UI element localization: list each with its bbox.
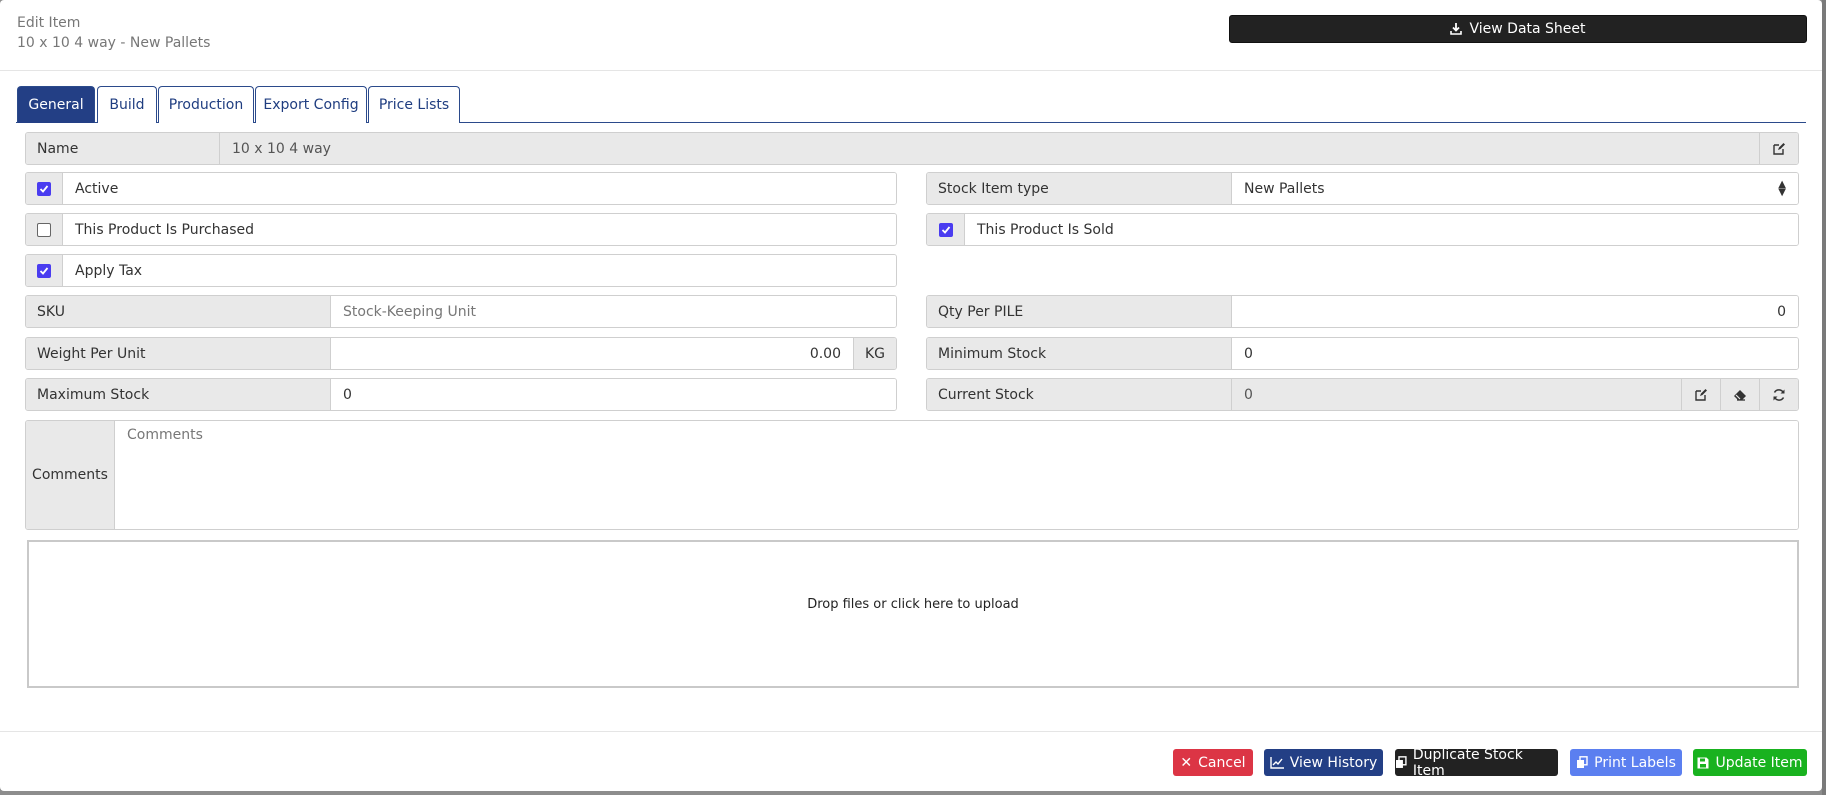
sold-group: This Product Is Sold (926, 213, 1799, 246)
apply-tax-group: Apply Tax (25, 254, 897, 287)
modal-title: Edit Item (17, 15, 81, 31)
maximum-stock-group: Maximum Stock 0 (25, 378, 897, 411)
current-stock-field: 0 (1232, 379, 1681, 410)
backdrop-edge (1822, 0, 1826, 795)
refresh-icon (1773, 388, 1785, 401)
close-icon: ✕ (1180, 754, 1193, 771)
file-upload-dropzone[interactable]: Drop files or click here to upload (27, 540, 1799, 688)
active-group: Active (25, 172, 897, 205)
edit-name-button[interactable] (1759, 133, 1798, 164)
sku-label: SKU (26, 296, 331, 327)
modal-subtitle: 10 x 10 4 way - New Pallets (17, 35, 211, 51)
dropzone-text: Drop files or click here to upload (807, 596, 1019, 612)
refresh-stock-button[interactable] (1759, 379, 1798, 410)
tab-price-lists[interactable]: Price Lists (368, 86, 460, 123)
edit-item-modal: Edit Item 10 x 10 4 way - New Pallets Vi… (0, 0, 1822, 791)
copy-icon (1577, 756, 1588, 768)
minimum-stock-input[interactable]: 0 (1232, 338, 1798, 369)
purchased-label: This Product Is Purchased (63, 214, 896, 245)
active-checkbox-wrap (26, 173, 63, 204)
sold-checkbox-wrap (927, 214, 965, 245)
check-icon (39, 266, 49, 275)
purchased-checkbox[interactable] (37, 222, 51, 237)
cancel-label: Cancel (1198, 754, 1246, 771)
update-item-button[interactable]: Update Item (1693, 749, 1807, 776)
print-labels-button[interactable]: Print Labels (1570, 749, 1682, 776)
name-label: Name (26, 133, 220, 164)
tab-export-config[interactable]: Export Config (255, 86, 367, 123)
download-icon (1450, 23, 1463, 35)
apply-tax-checkbox[interactable] (37, 263, 51, 278)
eraser-icon (1734, 389, 1746, 401)
check-icon (941, 225, 950, 234)
copy-icon (1395, 756, 1407, 768)
tab-bar: General Build Production Export Config P… (16, 86, 1806, 123)
purchased-checkbox-wrap (26, 214, 63, 245)
comments-textarea[interactable]: Comments (115, 421, 1798, 529)
qty-per-pile-input[interactable]: 0 (1232, 296, 1798, 327)
edit-icon (1773, 142, 1785, 155)
view-history-label: View History (1289, 754, 1378, 771)
weight-label: Weight Per Unit (26, 338, 331, 369)
current-stock-group: Current Stock 0 (926, 378, 1799, 411)
weight-input[interactable]: 0.00 (331, 338, 853, 369)
tab-build[interactable]: Build (97, 86, 157, 123)
sold-checkbox[interactable] (938, 222, 953, 237)
stock-item-type-value: New Pallets (1244, 180, 1325, 197)
qty-per-pile-label: Qty Per PILE (927, 296, 1232, 327)
comments-placeholder: Comments (127, 427, 203, 443)
maximum-stock-input[interactable]: 0 (331, 379, 896, 410)
view-data-sheet-label: View Data Sheet (1469, 21, 1586, 37)
edit-icon (1695, 388, 1707, 401)
active-label: Active (63, 173, 896, 204)
stock-item-type-select[interactable]: New Pallets ▲ ▼ (1232, 173, 1798, 204)
stock-item-type-label: Stock Item type (927, 173, 1232, 204)
select-arrows-icon: ▲ ▼ (1778, 178, 1786, 198)
active-checkbox[interactable] (37, 181, 51, 196)
modal-header: Edit Item 10 x 10 4 way - New Pallets Vi… (0, 0, 1822, 71)
tab-general[interactable]: General (17, 86, 95, 123)
sold-label: This Product Is Sold (965, 214, 1798, 245)
apply-tax-checkbox-wrap (26, 255, 63, 286)
duplicate-stock-item-button[interactable]: Duplicate Stock Item (1395, 746, 1558, 779)
sku-group: SKU Stock-Keeping Unit (25, 295, 897, 328)
update-item-label: Update Item (1715, 754, 1803, 771)
minimum-stock-label: Minimum Stock (927, 338, 1232, 369)
sku-input[interactable]: Stock-Keeping Unit (331, 296, 896, 327)
weight-group: Weight Per Unit 0.00 KG (25, 337, 897, 370)
duplicate-label: Duplicate Stock Item (1412, 746, 1523, 779)
modal-footer: ✕ Cancel View History Duplicate Stock It… (0, 731, 1822, 791)
print-labels-label: Print Labels (1594, 754, 1676, 771)
save-icon (1697, 757, 1709, 768)
clear-stock-button[interactable] (1720, 379, 1759, 410)
name-field[interactable]: 10 x 10 4 way (220, 133, 1759, 164)
edit-stock-button[interactable] (1681, 379, 1720, 410)
maximum-stock-label: Maximum Stock (26, 379, 331, 410)
weight-unit: KG (853, 338, 896, 369)
stock-item-type-group: Stock Item type New Pallets ▲ ▼ (926, 172, 1799, 205)
name-group: Name 10 x 10 4 way (25, 132, 1799, 165)
apply-tax-label: Apply Tax (63, 255, 896, 286)
comments-group: Comments Comments (25, 420, 1799, 530)
check-icon (39, 184, 49, 193)
tab-production[interactable]: Production (158, 86, 254, 123)
purchased-group: This Product Is Purchased (25, 213, 897, 246)
cancel-button[interactable]: ✕ Cancel (1173, 749, 1253, 776)
current-stock-label: Current Stock (927, 379, 1232, 410)
qty-per-pile-group: Qty Per PILE 0 (926, 295, 1799, 328)
view-history-button[interactable]: View History (1264, 749, 1383, 776)
view-data-sheet-button[interactable]: View Data Sheet (1229, 15, 1807, 43)
sku-placeholder: Stock-Keeping Unit (343, 303, 476, 320)
minimum-stock-group: Minimum Stock 0 (926, 337, 1799, 370)
comments-label: Comments (26, 421, 115, 529)
line-chart-icon (1270, 756, 1284, 769)
